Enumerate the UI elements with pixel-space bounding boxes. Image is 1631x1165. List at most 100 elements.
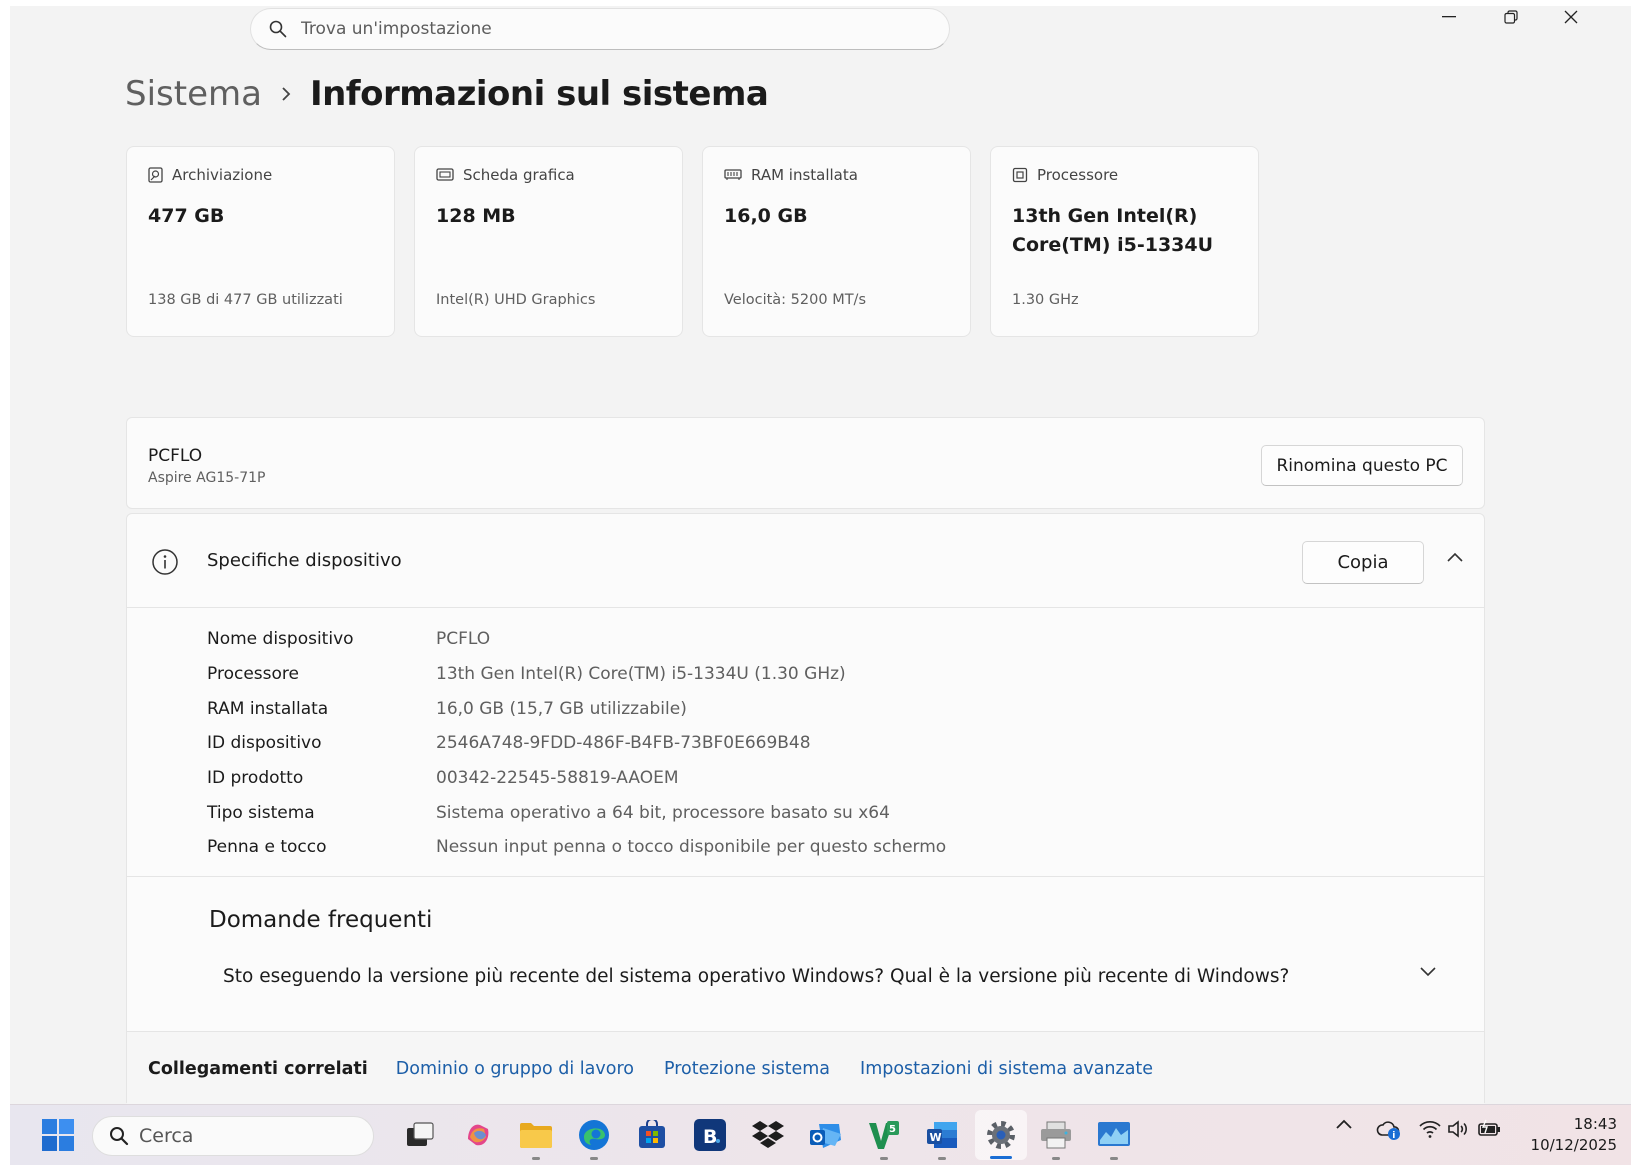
chevron-up-icon[interactable] <box>1447 552 1463 562</box>
copy-button[interactable]: Copia <box>1302 541 1424 584</box>
taskbar: Cerca B 5 W i 18:43 10/12/2025 <box>10 1104 1631 1165</box>
related-links: Collegamenti correlati Dominio o gruppo … <box>127 1031 1484 1104</box>
device-specs-header[interactable]: Specifiche dispositivo Copia <box>127 514 1484 608</box>
card-graphics[interactable]: Scheda grafica 128 MB Intel(R) UHD Graph… <box>414 146 683 337</box>
speaker-icon <box>1448 1120 1467 1138</box>
word-icon: W <box>927 1122 957 1148</box>
link-domain-workgroup[interactable]: Dominio o gruppo di lavoro <box>396 1059 634 1079</box>
card-label: RAM installata <box>751 166 858 184</box>
battery-tray-button[interactable] <box>1477 1119 1503 1139</box>
chevron-down-icon[interactable] <box>1420 967 1436 977</box>
spec-row: ID dispositivo 2546A748-9FDD-486F-B4FB-73… <box>207 726 946 761</box>
booking-app-button[interactable]: B <box>690 1115 730 1155</box>
pc-name: PCFLO <box>148 446 203 466</box>
card-subtext: Intel(R) UHD Graphics <box>436 292 596 308</box>
settings-search-box[interactable] <box>250 8 950 50</box>
spec-key: RAM installata <box>207 698 329 719</box>
spec-key: ID dispositivo <box>207 733 322 754</box>
spec-key: Penna e tocco <box>207 837 327 858</box>
dropbox-icon <box>752 1121 784 1148</box>
spec-value: 16,0 GB (15,7 GB utilizzabile) <box>436 698 687 719</box>
outlook-button[interactable] <box>806 1115 846 1155</box>
pc-model: Aspire AG15-71P <box>148 470 266 486</box>
taskbar-search-label: Cerca <box>139 1125 194 1147</box>
windows-start-icon[interactable] <box>42 1119 74 1151</box>
spec-row: Processore 13th Gen Intel(R) Core(TM) i5-… <box>207 657 946 692</box>
spec-row: Tipo sistema Sistema operativo a 64 bit, … <box>207 795 946 830</box>
outlook-icon <box>810 1124 841 1148</box>
settings-search-input[interactable] <box>301 19 861 39</box>
battery-charging-icon <box>1478 1119 1500 1136</box>
info-icon <box>152 549 178 575</box>
breadcrumb-parent-link[interactable]: Sistema <box>125 74 262 114</box>
svg-text:B: B <box>703 1126 717 1148</box>
taskbar-clock[interactable]: 18:43 10/12/2025 <box>1531 1114 1617 1156</box>
spec-value: PCFLO <box>436 629 491 650</box>
link-advanced-system-settings[interactable]: Impostazioni di sistema avanzate <box>860 1059 1153 1079</box>
page-title: Informazioni sul sistema <box>309 74 769 114</box>
wifi-tray-button[interactable] <box>1418 1119 1442 1139</box>
chevron-up-icon <box>1336 1119 1352 1129</box>
faq-section: Domande frequenti Sto eseguendo la versi… <box>127 876 1484 1031</box>
link-system-protection[interactable]: Protezione sistema <box>664 1059 830 1079</box>
dropbox-button[interactable] <box>748 1115 788 1155</box>
minimize-button[interactable] <box>1419 6 1479 28</box>
close-icon <box>1564 10 1578 24</box>
visual-studio-button[interactable]: 5 <box>864 1115 904 1160</box>
svg-text:i: i <box>1392 1131 1395 1141</box>
task-view-button[interactable] <box>400 1115 440 1155</box>
spec-row: Nome dispositivo PCFLO <box>207 622 946 657</box>
spec-value: Sistema operativo a 64 bit, processore b… <box>436 802 890 823</box>
spec-row: Penna e tocco Nessun input penna o tocco … <box>207 830 946 865</box>
restore-button[interactable] <box>1481 6 1541 28</box>
search-icon <box>269 20 287 38</box>
activity-monitor-icon <box>1098 1122 1130 1146</box>
related-links-label: Collegamenti correlati <box>148 1058 368 1079</box>
search-icon <box>110 1127 129 1146</box>
gear-icon <box>987 1121 1015 1149</box>
booking-icon: B <box>694 1119 726 1151</box>
onedrive-tray-button[interactable]: i <box>1376 1119 1402 1141</box>
file-explorer-button[interactable] <box>516 1115 556 1160</box>
card-processor[interactable]: Processore 13th Gen Intel(R) Core(TM) i5… <box>990 146 1259 337</box>
card-value: 16,0 GB <box>724 205 808 227</box>
settings-app-button[interactable] <box>975 1110 1027 1160</box>
settings-window: Sistema Informazioni sul sistema Archivi… <box>10 6 1631 1104</box>
printer-icon <box>1041 1121 1071 1149</box>
faq-title: Domande frequenti <box>209 907 433 933</box>
monitor-app-button[interactable] <box>1094 1115 1134 1160</box>
processor-icon <box>1012 167 1028 183</box>
word-button[interactable]: W <box>922 1115 962 1160</box>
spec-value: Nessun input penna o tocco disponibile p… <box>436 837 947 858</box>
microsoft-store-button[interactable] <box>632 1115 672 1155</box>
card-storage[interactable]: Archiviazione 477 GB 138 GB di 477 GB ut… <box>126 146 395 337</box>
svg-text:W: W <box>930 1131 942 1144</box>
printer-app-button[interactable] <box>1036 1115 1076 1160</box>
rename-pc-button[interactable]: Rinomina questo PC <box>1261 445 1463 486</box>
show-hidden-icons-button[interactable] <box>1336 1119 1352 1129</box>
edge-browser-button[interactable] <box>574 1115 614 1160</box>
taskbar-search[interactable]: Cerca <box>92 1116 374 1156</box>
svg-text:5: 5 <box>889 1124 896 1135</box>
card-ram[interactable]: RAM installata 16,0 GB Velocità: 5200 MT… <box>702 146 971 337</box>
volume-tray-button[interactable] <box>1447 1119 1473 1139</box>
spec-key: Processore <box>207 664 299 685</box>
device-specs-list: Nome dispositivo PCFLO Processore 13th Gen… <box>207 622 946 865</box>
card-value: 128 MB <box>436 205 516 227</box>
card-value: 13th Gen Intel(R) Core(TM) i5-1334U <box>1012 205 1214 256</box>
wifi-icon <box>1419 1120 1441 1138</box>
copilot-button[interactable] <box>458 1115 498 1155</box>
storage-icon <box>148 167 163 183</box>
spec-key: Nome dispositivo <box>207 629 354 650</box>
spec-value: 00342-22545-58819-AAOEM <box>436 768 679 789</box>
task-view-icon <box>407 1122 434 1146</box>
summary-cards: Archiviazione 477 GB 138 GB di 477 GB ut… <box>126 146 1259 337</box>
faq-question[interactable]: Sto eseguendo la versione più recente de… <box>209 940 1409 1012</box>
close-button[interactable] <box>1541 6 1601 28</box>
store-icon <box>639 1120 665 1148</box>
chevron-right-icon <box>280 86 292 102</box>
visual-studio-icon: 5 <box>869 1121 899 1149</box>
card-value: 477 GB <box>148 205 225 227</box>
spec-key: ID prodotto <box>207 768 304 789</box>
card-subtext: 1.30 GHz <box>1012 292 1079 308</box>
